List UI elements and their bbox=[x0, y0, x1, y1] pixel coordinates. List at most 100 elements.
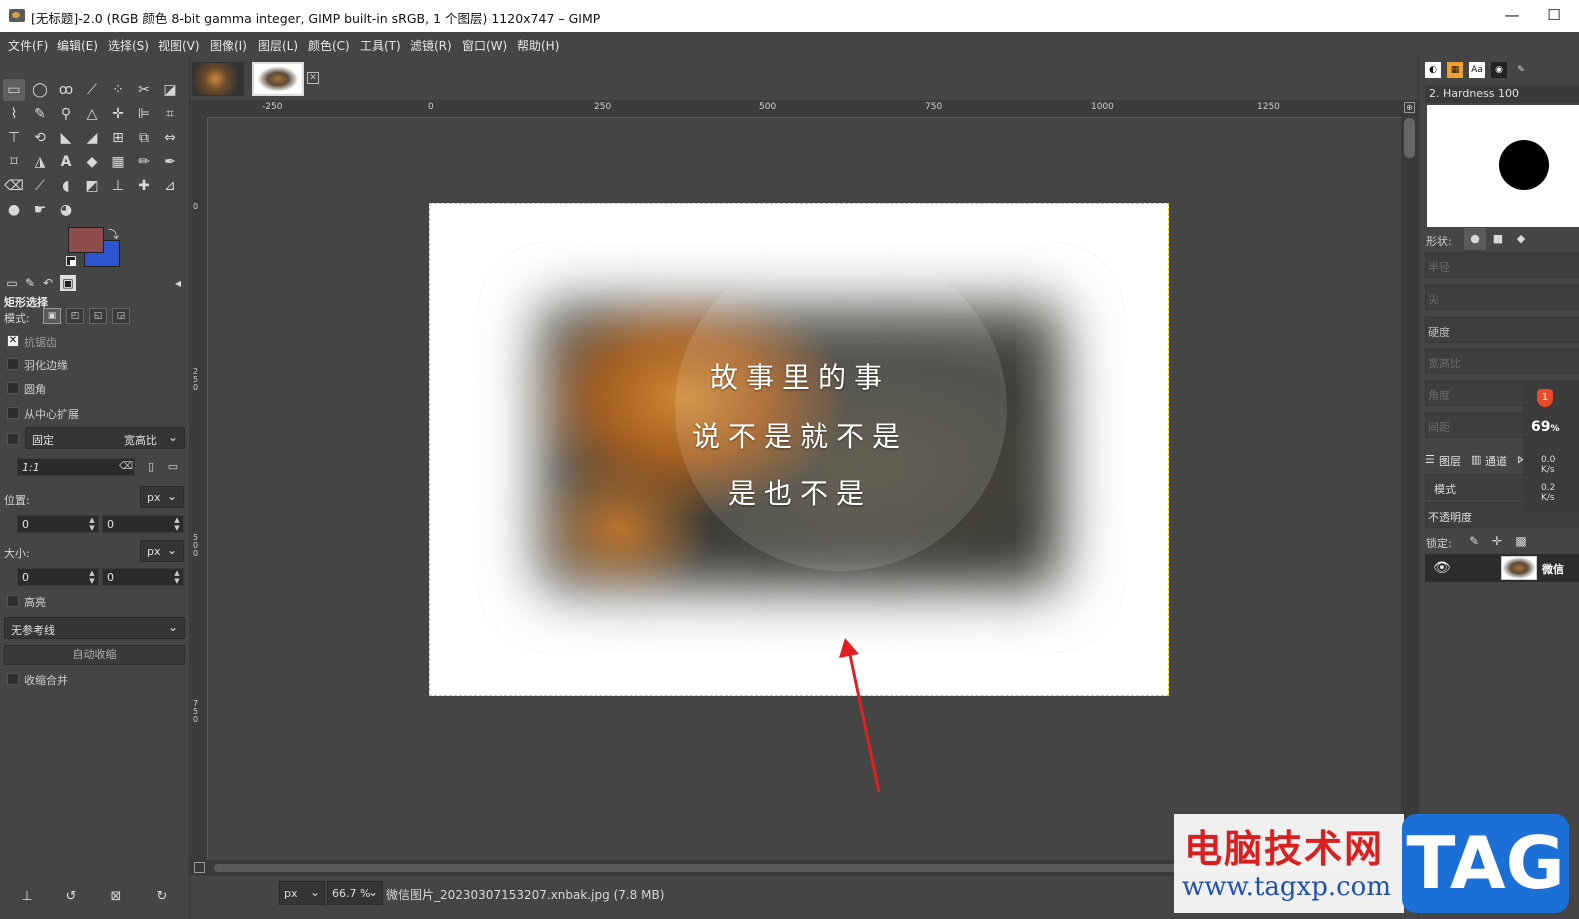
device-status-tab-icon[interactable]: ✎ bbox=[22, 275, 38, 291]
perspective-tool-icon[interactable]: ⧉ bbox=[133, 127, 155, 149]
fonts-tab-icon[interactable]: Aa bbox=[1469, 62, 1485, 78]
flip-tool-icon[interactable]: ⇔ bbox=[159, 127, 181, 149]
reset-options-icon[interactable]: ↻ bbox=[152, 889, 172, 907]
restore-options-icon[interactable]: ↺ bbox=[61, 889, 81, 907]
text-frame-tool-icon[interactable]: ⌑ bbox=[3, 151, 25, 173]
shear-tool-icon[interactable]: ◣ bbox=[55, 127, 77, 149]
ink-tool-icon[interactable]: ◖ bbox=[55, 175, 77, 197]
mode-intersect-icon[interactable]: ◲ bbox=[112, 308, 130, 324]
antialias-checkbox[interactable]: ✕ bbox=[7, 335, 19, 347]
clear-input-icon[interactable]: ⌫ bbox=[119, 459, 133, 475]
color-select-tool-icon[interactable]: ⁘ bbox=[107, 79, 129, 101]
brush-preview[interactable] bbox=[1427, 105, 1579, 227]
align-tool-icon[interactable]: ⊫ bbox=[133, 103, 155, 125]
position-unit-select[interactable]: px ⌄ bbox=[140, 486, 184, 508]
fixed-select[interactable]: 固定 宽高比 ⌄ bbox=[25, 427, 185, 449]
hardness-slider[interactable]: 硬度 bbox=[1425, 317, 1579, 343]
reset-colors-icon[interactable] bbox=[66, 256, 76, 266]
color-picker-tool-icon[interactable]: ✎ bbox=[29, 103, 51, 125]
tab-layers[interactable]: 图层 bbox=[1439, 453, 1461, 469]
mode-subtract-icon[interactable]: ◱ bbox=[89, 308, 107, 324]
zoom-tool-icon[interactable]: ⚲ bbox=[55, 103, 77, 125]
gradient-tool-icon[interactable]: ◮ bbox=[29, 151, 51, 173]
menu-layer[interactable]: 图层(L) bbox=[258, 37, 298, 54]
brushes-tab-icon[interactable]: ◐ bbox=[1425, 62, 1441, 78]
expand-center-checkbox[interactable] bbox=[7, 407, 19, 419]
pencil-tool-icon[interactable]: ✏ bbox=[133, 151, 155, 173]
ratio-input[interactable]: 1:1 ⌫ bbox=[17, 458, 135, 476]
dynamics-tab-icon[interactable]: ◉ bbox=[1491, 62, 1507, 78]
lock-pixels-icon[interactable]: ✎ bbox=[1463, 530, 1485, 552]
airbrush-tool-icon[interactable]: ⟋ bbox=[29, 175, 51, 197]
size-unit-select[interactable]: px ⌄ bbox=[140, 540, 184, 562]
vertical-scrollbar[interactable]: ⊕ bbox=[1401, 100, 1418, 860]
foreground-select-tool-icon[interactable]: ◪ bbox=[159, 79, 181, 101]
save-options-icon[interactable]: ⊥ bbox=[17, 889, 37, 907]
foreground-color-swatch[interactable] bbox=[68, 227, 104, 253]
lock-position-icon[interactable]: ✛ bbox=[1486, 530, 1508, 552]
paintbrush-tool-icon[interactable]: ✒ bbox=[159, 151, 181, 173]
landscape-icon[interactable]: ▭ bbox=[162, 456, 184, 478]
heal-tool-icon[interactable]: ✚ bbox=[133, 175, 155, 197]
image-tab-thumbnail[interactable] bbox=[192, 62, 244, 96]
vertical-ruler[interactable]: 0 250 500 750 bbox=[190, 118, 208, 860]
move-tool-icon[interactable]: ✛ bbox=[107, 103, 129, 125]
menu-view[interactable]: 视图(V) bbox=[158, 37, 200, 54]
size-height-input[interactable]: 0 ▲ ▼ bbox=[102, 568, 184, 586]
pattern-tool-icon[interactable]: ▦ bbox=[107, 151, 129, 173]
maximize-button[interactable]: ☐ bbox=[1541, 4, 1567, 26]
cage-tool-icon[interactable]: ⊞ bbox=[107, 127, 129, 149]
text-tool-icon[interactable]: A bbox=[55, 151, 77, 173]
auto-shrink-button[interactable]: 自动收缩 bbox=[4, 645, 185, 665]
network-monitor-widget[interactable]: 1 69% 0.0 K/s 0.2 K/s bbox=[1523, 383, 1579, 513]
position-y-input[interactable]: 0 ▲ ▼ bbox=[102, 515, 184, 533]
lock-alpha-icon[interactable]: ▩ bbox=[1510, 530, 1532, 552]
fixed-checkbox[interactable] bbox=[7, 433, 19, 445]
warp-tool-icon[interactable]: ◢ bbox=[81, 127, 103, 149]
scissors-tool-icon[interactable]: ✂ bbox=[133, 79, 155, 101]
menu-select[interactable]: 选择(S) bbox=[108, 37, 149, 54]
menu-colors[interactable]: 颜色(C) bbox=[308, 37, 350, 54]
fuzzy-select-tool-icon[interactable]: ⟋ bbox=[81, 79, 103, 101]
guides-select[interactable]: 无参考线 ⌄ bbox=[4, 617, 185, 639]
layers-tab-icon[interactable]: ☰ bbox=[1425, 453, 1435, 466]
close-icon[interactable]: ✕ bbox=[307, 72, 319, 84]
blur-tool-icon[interactable]: ● bbox=[3, 199, 25, 221]
tab-channels[interactable]: 通道 bbox=[1485, 453, 1507, 469]
mode-add-icon[interactable]: ◰ bbox=[66, 308, 84, 324]
highlight-checkbox[interactable] bbox=[7, 595, 19, 607]
image-canvas[interactable]: 故事里的事 说不是就不是 是也不是 bbox=[429, 203, 1169, 696]
ruler-corner[interactable] bbox=[190, 100, 208, 118]
circle-shape-icon[interactable]: ● bbox=[1464, 228, 1486, 250]
shrink-merged-checkbox[interactable] bbox=[7, 673, 19, 685]
delete-options-icon[interactable]: ⊠ bbox=[106, 889, 126, 907]
zoom-select[interactable]: 66.7 % ⌄ bbox=[327, 881, 383, 905]
square-shape-icon[interactable]: ■ bbox=[1487, 228, 1509, 250]
menu-edit[interactable]: 编辑(E) bbox=[57, 37, 98, 54]
aspect-slider[interactable]: 宽高比 bbox=[1425, 348, 1579, 374]
dodge-burn-tool-icon[interactable]: ◕ bbox=[55, 199, 77, 221]
spin-arrows-icon[interactable]: ▲ ▼ bbox=[172, 569, 182, 585]
tool-options-tab-icon[interactable]: ▭ bbox=[4, 275, 20, 291]
bucket-fill-tool-icon[interactable]: ◆ bbox=[81, 151, 103, 173]
mypaint-tool-icon[interactable]: ◩ bbox=[81, 175, 103, 197]
horizontal-ruler[interactable]: -250 0 250 500 750 1000 1250 bbox=[208, 100, 1401, 118]
feather-checkbox[interactable] bbox=[7, 358, 19, 370]
paint-dynamics-icon[interactable]: ✎ bbox=[1513, 62, 1529, 78]
crop-tool-icon[interactable]: ⌗ bbox=[159, 103, 181, 125]
swap-colors-icon[interactable]: ⤵ bbox=[108, 226, 119, 242]
smudge-tool-icon[interactable]: ☛ bbox=[29, 199, 51, 221]
quick-mask-icon[interactable] bbox=[194, 862, 205, 873]
mode-replace-icon[interactable]: ▣ bbox=[43, 308, 61, 324]
position-x-input[interactable]: 0 ▲ ▼ bbox=[17, 515, 99, 533]
radius-slider[interactable]: 半径 bbox=[1425, 252, 1579, 278]
measure-tool-icon[interactable]: △ bbox=[81, 103, 103, 125]
portrait-icon[interactable]: ▯ bbox=[140, 456, 162, 478]
spin-arrows-icon[interactable]: ▲ ▼ bbox=[172, 516, 182, 532]
menu-help[interactable]: 帮助(H) bbox=[517, 37, 559, 54]
configure-tab-icon[interactable]: ◂ bbox=[170, 275, 186, 291]
zoom-navigate-icon[interactable]: ⊕ bbox=[1404, 102, 1415, 113]
channels-tab-icon[interactable]: ▥ bbox=[1471, 453, 1481, 466]
layer-row[interactable]: 👁 微信 bbox=[1425, 554, 1579, 582]
minimize-button[interactable]: — bbox=[1499, 4, 1525, 26]
